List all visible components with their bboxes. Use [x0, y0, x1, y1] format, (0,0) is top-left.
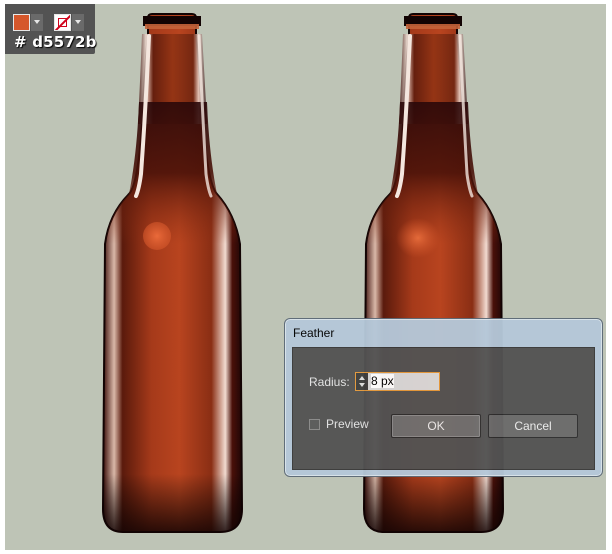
dialog-title: Feather	[293, 326, 335, 340]
radius-value: 8 px	[371, 374, 394, 388]
stroke-swatch[interactable]	[54, 12, 86, 32]
left-bottle	[101, 13, 244, 533]
fill-color-chip[interactable]	[13, 13, 30, 31]
preview-label: Preview	[326, 417, 369, 431]
stroke-dropdown-arrow-icon[interactable]	[72, 13, 84, 31]
radius-stepper[interactable]	[355, 372, 368, 391]
radius-input[interactable]: 8 px	[368, 372, 440, 391]
dialog-body: Radius: 8 px Preview OK Cancel	[292, 347, 595, 470]
preview-checkbox[interactable]: Preview	[309, 417, 369, 431]
fill-dropdown-arrow-icon[interactable]	[31, 13, 43, 31]
feather-dialog: Feather Radius: 8 px Preview OK Cancel	[284, 318, 603, 477]
swatch-toolbar: # d5572b	[5, 4, 97, 54]
ok-button[interactable]: OK	[391, 414, 481, 438]
hex-color-label: # d5572b	[14, 33, 97, 51]
stepper-down-icon[interactable]	[359, 383, 365, 387]
fill-swatch[interactable]	[13, 12, 45, 32]
radius-label: Radius:	[309, 375, 350, 389]
cancel-button[interactable]: Cancel	[488, 414, 578, 438]
stepper-up-icon[interactable]	[359, 376, 365, 380]
checkbox-icon[interactable]	[309, 418, 320, 430]
stroke-none-icon[interactable]	[54, 13, 71, 31]
